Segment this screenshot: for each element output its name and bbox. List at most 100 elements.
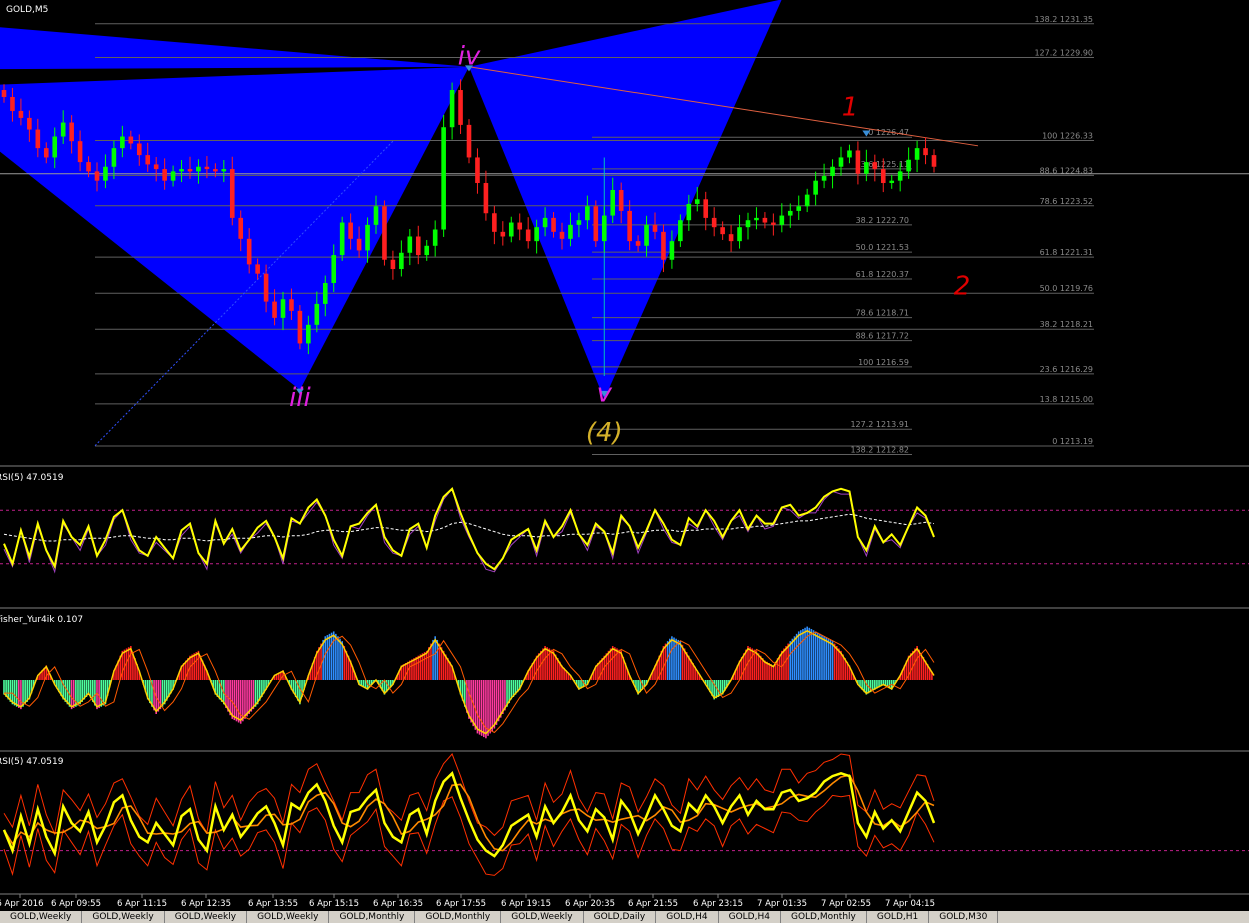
candle-body bbox=[356, 238, 362, 251]
fib-retracement-label: 50.0 1221.53 bbox=[856, 243, 909, 252]
chart-canvas[interactable]: 0 1226.4723.6 1225.1138.2 1222.7050.0 12… bbox=[0, 0, 1249, 911]
candle-body bbox=[170, 171, 176, 181]
candle-body bbox=[399, 252, 404, 270]
time-label: 6 Apr 13:55 bbox=[248, 899, 298, 909]
candle-body bbox=[204, 166, 210, 170]
candle-body bbox=[27, 117, 32, 130]
candle-body bbox=[610, 189, 616, 216]
time-label: 6 Apr 20:35 bbox=[565, 899, 615, 909]
candle-body bbox=[322, 282, 328, 304]
candle-body bbox=[661, 231, 666, 260]
fib-extension-label: 78.6 1223.52 bbox=[1040, 197, 1093, 206]
candle-body bbox=[153, 164, 159, 170]
candle-body bbox=[542, 217, 548, 228]
candle-body bbox=[897, 171, 903, 181]
candle-body bbox=[923, 148, 928, 156]
candle-body bbox=[754, 217, 759, 221]
wave-label: iv bbox=[458, 41, 481, 71]
fib-retracement-label: 23.6 1225.11 bbox=[856, 160, 909, 169]
candle-body bbox=[838, 157, 844, 167]
candle-body bbox=[348, 222, 353, 239]
fisher-label: Fisher_Yur4ik 0.107 bbox=[0, 615, 83, 625]
time-label: 6 Apr 17:55 bbox=[436, 899, 486, 909]
candle-body bbox=[694, 199, 700, 204]
chart-tab[interactable]: GOLD,Weekly bbox=[82, 911, 165, 923]
candle-body bbox=[10, 96, 15, 111]
fib-extension-label: 100 1226.33 bbox=[1042, 131, 1093, 140]
time-label: 7 Apr 01:35 bbox=[757, 899, 807, 909]
rsi-label: RSI(5) 47.0519 bbox=[0, 473, 64, 483]
candle-body bbox=[213, 169, 218, 172]
fib-retracement-label: 38.2 1222.70 bbox=[856, 216, 909, 225]
candle-body bbox=[272, 301, 277, 318]
fib-extension-label: 38.2 1218.21 bbox=[1040, 320, 1093, 329]
candle-body bbox=[466, 124, 472, 158]
candle-body bbox=[889, 180, 895, 184]
chart-tab[interactable]: GOLD,M30 bbox=[929, 911, 999, 923]
candle-body bbox=[779, 215, 785, 225]
candle-body bbox=[145, 155, 151, 165]
candle-body bbox=[407, 236, 413, 253]
candle-body bbox=[576, 220, 582, 225]
candle-body bbox=[449, 90, 455, 128]
candle-body bbox=[331, 255, 337, 283]
candle-body bbox=[43, 148, 49, 158]
candle-body bbox=[255, 264, 260, 274]
chart-tab[interactable]: GOLD,H1 bbox=[867, 911, 930, 923]
trading-chart[interactable]: 0 1226.47 23.6 1225.11 38.2 1222.70 50.0 12… bbox=[0, 0, 1249, 923]
chart-tab[interactable]: GOLD,Weekly bbox=[0, 911, 83, 923]
candle-body bbox=[289, 299, 294, 311]
candle-body bbox=[728, 234, 734, 242]
candle-body bbox=[111, 148, 117, 167]
candle-body bbox=[703, 199, 709, 218]
candle-body bbox=[906, 159, 911, 172]
chart-tab[interactable]: GOLD,Monthly bbox=[781, 911, 867, 923]
chart-tab[interactable]: GOLD,Daily bbox=[584, 911, 657, 923]
candle-body bbox=[297, 310, 303, 344]
chart-tab[interactable]: GOLD,Weekly bbox=[247, 911, 330, 923]
time-label: 7 Apr 02:55 bbox=[821, 899, 871, 909]
chart-tab[interactable]: GOLD,Weekly bbox=[165, 911, 248, 923]
time-label: 6 Apr 2016 bbox=[0, 899, 44, 909]
candle-body bbox=[382, 206, 387, 260]
candle-body bbox=[196, 166, 201, 172]
fib-extension-label: 0 1213.19 bbox=[1052, 437, 1093, 446]
candle-body bbox=[880, 169, 886, 184]
candle-body bbox=[585, 206, 590, 221]
candle-body bbox=[872, 162, 878, 170]
candle-body bbox=[525, 229, 531, 242]
candle-body bbox=[720, 227, 725, 235]
fib-retracement-label: 88.6 1217.72 bbox=[856, 332, 909, 341]
candle-body bbox=[246, 238, 252, 265]
wave-label: v bbox=[597, 379, 613, 409]
candle-body bbox=[618, 189, 624, 211]
candle-body bbox=[365, 224, 370, 251]
fib-extension-label: 50.0 1219.76 bbox=[1040, 284, 1093, 293]
candle-body bbox=[830, 166, 835, 177]
wave-label: (4) bbox=[586, 418, 623, 448]
candle-body bbox=[864, 162, 869, 174]
candle-body bbox=[475, 157, 480, 184]
fib-retracement-label: 127.2 1213.91 bbox=[850, 420, 909, 429]
candle-body bbox=[162, 169, 167, 181]
candle-body bbox=[686, 203, 692, 221]
candle-body bbox=[373, 206, 379, 225]
time-label: 6 Apr 09:55 bbox=[51, 899, 101, 909]
candle-body bbox=[120, 136, 125, 149]
fib-extension-label: 138.2 1231.35 bbox=[1034, 15, 1093, 24]
time-label: 6 Apr 23:15 bbox=[693, 899, 743, 909]
candle-body bbox=[1, 90, 7, 97]
chart-tab[interactable]: GOLD,Monthly bbox=[415, 911, 502, 923]
candle-body bbox=[551, 217, 556, 232]
fib-retracement-label: 100 1216.59 bbox=[858, 358, 909, 367]
candle-body bbox=[94, 171, 100, 181]
candle-body bbox=[678, 220, 683, 242]
chart-tab[interactable]: GOLD,H4 bbox=[719, 911, 781, 923]
candle-body bbox=[669, 241, 675, 260]
chart-tab[interactable]: GOLD,Monthly bbox=[329, 911, 416, 923]
fib-extension-label: 13.8 1215.00 bbox=[1040, 395, 1093, 404]
candle-body bbox=[711, 217, 717, 228]
candle-body bbox=[280, 299, 286, 318]
chart-tab[interactable]: GOLD,H4 bbox=[656, 911, 719, 923]
chart-tab[interactable]: GOLD,Weekly bbox=[501, 911, 584, 923]
